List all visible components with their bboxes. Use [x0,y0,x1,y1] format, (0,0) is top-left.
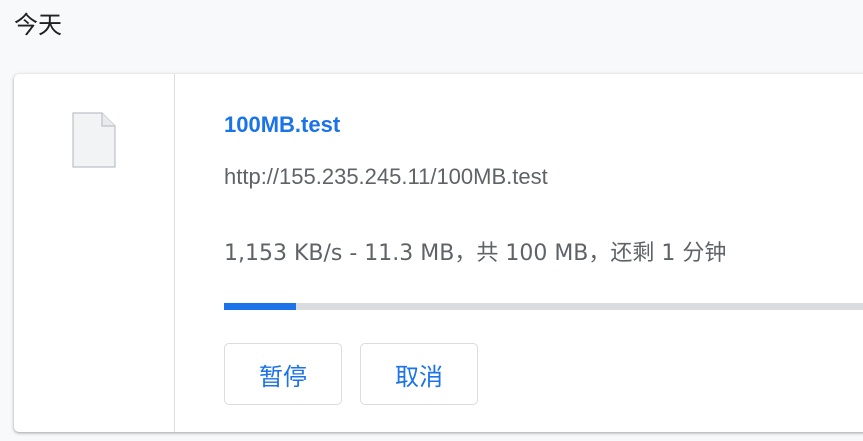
download-details: 100MB.test http://155.235.245.11/100MB.t… [224,74,863,432]
file-source-url[interactable]: http://155.235.245.11/100MB.test [224,164,548,190]
date-section-header: 今天 [14,11,62,39]
download-item-card: 100MB.test http://155.235.245.11/100MB.t… [14,74,863,432]
download-status-text: 1,153 KB/s - 11.3 MB，共 100 MB，还剩 1 分钟 [224,241,727,266]
file-icon-column [14,74,175,432]
file-icon [72,112,116,168]
download-progress-fill [224,303,297,310]
pause-button[interactable]: 暂停 [224,343,342,405]
cancel-button[interactable]: 取消 [360,343,478,405]
file-name-link[interactable]: 100MB.test [224,112,340,138]
download-progress-bar [224,303,863,310]
